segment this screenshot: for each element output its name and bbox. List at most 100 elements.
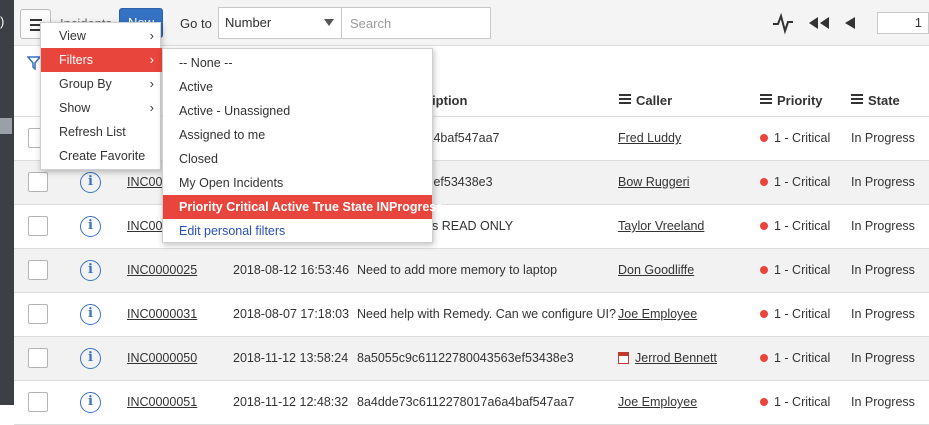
goto-label: Go to (180, 16, 212, 31)
column-header-label: ription (427, 93, 468, 108)
filter-option-priority-critical-active-true-state-inprogress[interactable]: Priority Critical Active True State INPr… (163, 195, 443, 219)
priority-label: 1 - Critical (774, 395, 831, 409)
opened-date: 2018-08-07 17:18:03 (233, 307, 350, 321)
critical-dot-icon (760, 354, 768, 362)
filter-option-edit-personal-filters[interactable]: Edit personal filters (163, 219, 432, 243)
state-cell: In Progress (851, 307, 915, 321)
filter-option-none[interactable]: -- None -- (163, 51, 432, 75)
caller-name: Don Goodliffe (618, 263, 695, 277)
filter-option-active-unassigned[interactable]: Active - Unassigned (163, 99, 432, 123)
opened-date: 2018-11-12 12:48:32 (233, 395, 349, 409)
column-header-state[interactable]: State (851, 93, 900, 108)
priority-label: 1 - Critical (774, 131, 831, 145)
incident-number-link[interactable]: INC0000025 (127, 263, 197, 277)
previous-page-icon[interactable] (843, 11, 857, 35)
opened-date: 2018-08-12 16:53:46 (233, 263, 350, 277)
table-row: i INC0000025 2018-08-12 16:53:46 Need to ad… (14, 249, 929, 293)
column-header-caller[interactable]: Caller (619, 93, 672, 108)
incident-number-link[interactable]: INC00 (127, 175, 162, 189)
filter-option-active[interactable]: Active (163, 75, 432, 99)
caller-link[interactable]: Joe Employee (618, 307, 697, 321)
priority-cell: 1 - Critical (760, 263, 830, 277)
info-icon[interactable]: i (80, 304, 101, 325)
state-cell: In Progress (851, 219, 915, 233)
row-select-checkbox[interactable] (28, 172, 48, 192)
incident-number-link[interactable]: INC0000051 (127, 395, 197, 409)
caller-name: Joe Employee (618, 307, 698, 321)
hamburger-icon (30, 19, 42, 21)
row-select-checkbox[interactable] (28, 260, 48, 280)
caller-link[interactable]: Bow Ruggeri (618, 175, 690, 189)
short-description: 8a5055c9c61122780043563ef53438e3 (357, 351, 574, 365)
search-input[interactable] (341, 7, 491, 39)
first-page-icon[interactable] (807, 11, 831, 35)
critical-dot-icon (760, 310, 768, 318)
context-menu-item-filters[interactable]: Filters › (41, 48, 162, 72)
info-icon[interactable]: i (80, 348, 101, 369)
row-select-checkbox[interactable] (28, 392, 48, 412)
edge-glyph: ) (0, 14, 5, 29)
list-context-menu: View › Filters › Group By › Show › Refresh List C… (40, 22, 162, 170)
table-row: i INC00 spreadsheet is READ ONLY Taylor Vre… (14, 205, 929, 249)
caller-link[interactable]: Fred Luddy (618, 131, 681, 145)
state-cell: In Progress (851, 263, 915, 277)
opened-date: 2018-11-12 13:58:24 (233, 351, 349, 365)
row-select-checkbox[interactable] (28, 304, 48, 324)
chevron-right-icon: › (149, 100, 154, 115)
caller-link[interactable]: Taylor Vreeland (618, 219, 704, 233)
column-header-short-description[interactable]: ription (427, 93, 467, 108)
info-icon[interactable]: i (80, 216, 101, 237)
incident-number-link[interactable]: INC0000031 (127, 307, 197, 321)
menu-item-label: Show (59, 101, 91, 115)
column-header-label: State (868, 93, 900, 108)
chevron-down-icon (324, 19, 334, 26)
info-icon[interactable]: i (80, 392, 101, 413)
short-description: Need to add more memory to laptop (357, 263, 558, 277)
page-number-input[interactable]: 1 (877, 12, 929, 34)
info-icon[interactable]: i (80, 172, 101, 193)
context-menu-item-refresh-list[interactable]: Refresh List (41, 120, 162, 144)
caller-link[interactable]: Don Goodliffe (618, 263, 694, 277)
caller-link[interactable]: Joe Employee (618, 395, 697, 409)
goto-field-select[interactable]: Number (218, 7, 342, 39)
priority-cell: 1 - Critical (760, 131, 830, 145)
info-icon[interactable]: i (80, 260, 101, 281)
row-select-checkbox[interactable] (28, 348, 48, 368)
priority-cell: 1 - Critical (760, 307, 830, 321)
filter-option-closed[interactable]: Closed (163, 147, 432, 171)
state-cell: In Progress (851, 131, 915, 145)
column-header-priority[interactable]: Priority (760, 93, 823, 108)
context-menu-item-show[interactable]: Show › (41, 96, 162, 120)
edge-scrollbar-thumb[interactable] (0, 118, 12, 134)
column-header-label: Priority (777, 93, 823, 108)
vip-icon (618, 352, 629, 364)
menu-item-label: Refresh List (59, 125, 126, 139)
priority-cell: 1 - Critical (760, 219, 830, 233)
state-cell: In Progress (851, 395, 915, 409)
chevron-right-icon: › (149, 28, 154, 43)
incident-number-link[interactable]: INC00 (127, 219, 162, 233)
column-menu-icon[interactable] (851, 94, 863, 106)
filter-option-my-open-incidents[interactable]: My Open Incidents (163, 171, 432, 195)
column-header-label: Caller (636, 93, 673, 108)
filter-option-assigned-to-me[interactable]: Assigned to me (163, 123, 432, 147)
incident-number-link[interactable]: INC0000050 (127, 351, 197, 365)
state-cell: In Progress (851, 175, 915, 189)
column-menu-icon[interactable] (760, 94, 772, 106)
row-select-checkbox[interactable] (28, 216, 48, 236)
critical-dot-icon (760, 222, 768, 230)
column-menu-icon[interactable] (619, 94, 631, 106)
priority-cell: 1 - Critical (760, 175, 830, 189)
priority-cell: 1 - Critical (760, 395, 830, 409)
filters-submenu: -- None -- Active Active - Unassigned Assig… (162, 48, 443, 243)
activity-icon[interactable] (772, 11, 794, 35)
table-row: i INC0000031 2018-08-07 17:18:03 Need help … (14, 293, 929, 337)
funnel-icon[interactable] (27, 56, 41, 70)
context-menu-item-group-by[interactable]: Group By › (41, 72, 162, 96)
context-menu-item-view[interactable]: View › (41, 24, 162, 48)
caller-link[interactable]: Jerrod Bennett (618, 351, 717, 365)
state-cell: In Progress (851, 351, 915, 365)
chevron-right-icon: › (149, 76, 154, 91)
menu-item-label: Group By (59, 77, 112, 91)
context-menu-item-create-favorite[interactable]: Create Favorite (41, 144, 162, 168)
